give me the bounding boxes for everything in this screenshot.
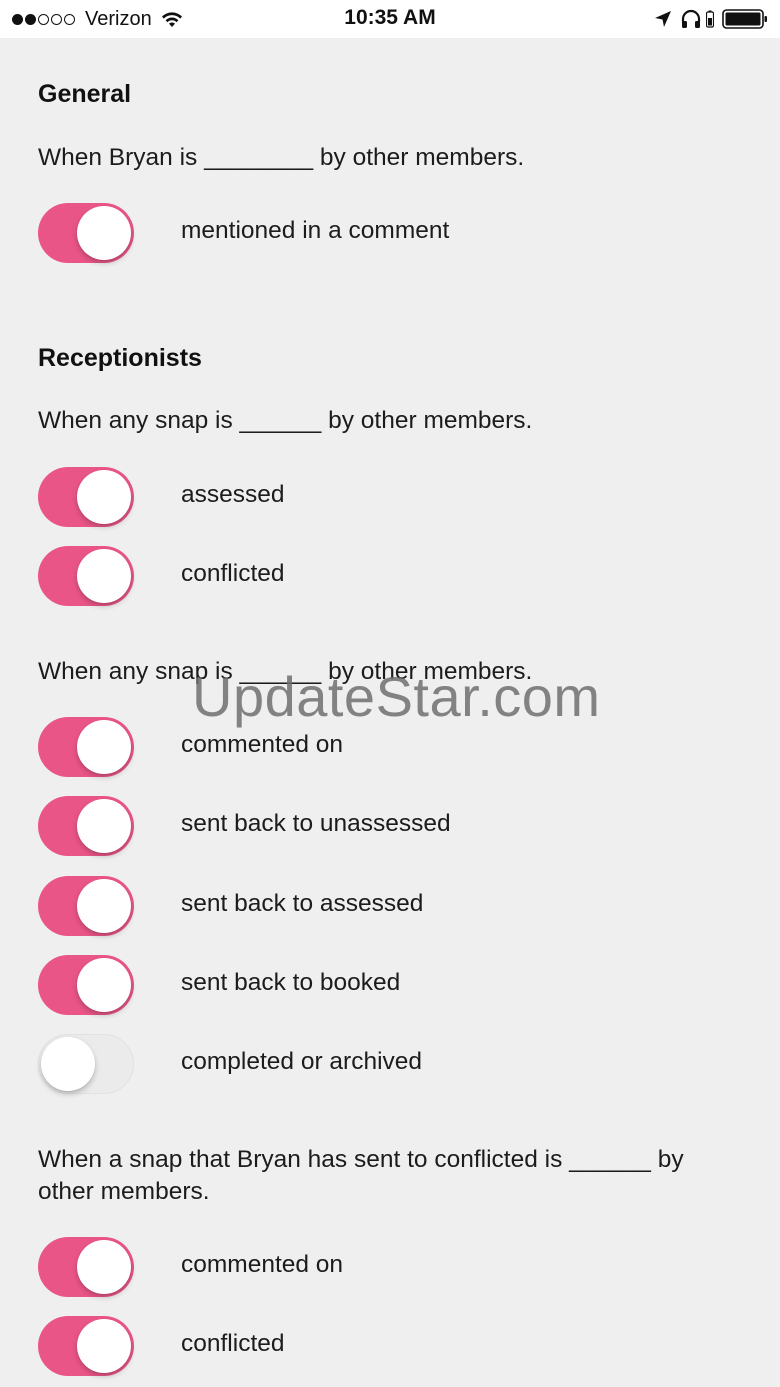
toggle-label: sent back to booked bbox=[181, 969, 401, 996]
toggle-switch[interactable] bbox=[38, 876, 134, 936]
toggle-switch[interactable] bbox=[38, 1034, 134, 1094]
status-right bbox=[654, 8, 768, 30]
section-title-receptionists: Receptionists bbox=[38, 344, 202, 372]
toggle-knob bbox=[41, 1036, 95, 1091]
toggle-switch[interactable] bbox=[38, 796, 134, 856]
toggle-knob bbox=[77, 549, 131, 603]
toggle-knob bbox=[77, 879, 131, 933]
toggle-label: mentioned in a comment bbox=[181, 217, 450, 244]
toggle-label: conflicted bbox=[181, 1330, 285, 1357]
toggle-switch[interactable] bbox=[38, 1237, 134, 1297]
toggle-label: completed or archived bbox=[181, 1048, 423, 1075]
toggle-row: mentioned in a comment bbox=[38, 203, 738, 263]
toggle-switch[interactable] bbox=[38, 546, 134, 606]
toggle-switch[interactable] bbox=[38, 1316, 134, 1376]
toggle-row: conflicted bbox=[38, 1316, 738, 1376]
toggle-knob bbox=[77, 799, 131, 853]
toggle-label: sent back to unassessed bbox=[181, 810, 451, 837]
toggle-knob bbox=[77, 720, 131, 774]
toggle-knob bbox=[77, 470, 131, 524]
toggle-row: conflicted bbox=[38, 546, 738, 606]
toggle-switch[interactable] bbox=[38, 203, 134, 263]
status-bar: Verizon 10:35 AM bbox=[0, 0, 780, 38]
prompt-text: When any snap is ______ by other members… bbox=[38, 407, 533, 434]
toggle-knob bbox=[77, 1240, 131, 1294]
toggle-label: commented on bbox=[181, 731, 344, 758]
toggle-row: commented on bbox=[38, 717, 738, 777]
toggle-switch[interactable] bbox=[38, 955, 134, 1015]
toggle-knob bbox=[77, 1319, 131, 1373]
toggle-label: assessed bbox=[181, 481, 285, 508]
location-arrow-icon bbox=[655, 11, 671, 27]
toggle-label: commented on bbox=[181, 1251, 344, 1278]
prompt-text: When any snap is ______ by other members… bbox=[38, 658, 533, 685]
toggle-row: sent back to booked bbox=[38, 955, 738, 1015]
prompt-text: When a snap that Bryan has sent to confl… bbox=[38, 1146, 684, 1205]
headphones-icon bbox=[681, 9, 701, 28]
toggle-row: completed or archived bbox=[38, 1034, 738, 1094]
toggle-row: sent back to unassessed bbox=[38, 796, 738, 856]
toggle-switch[interactable] bbox=[38, 717, 134, 777]
toggle-label: sent back to assessed bbox=[181, 890, 424, 917]
toggle-row: sent back to assessed bbox=[38, 876, 738, 936]
toggle-row: commented on bbox=[38, 1237, 738, 1297]
toggle-row: assessed bbox=[38, 467, 738, 527]
toggle-switch[interactable] bbox=[38, 467, 134, 527]
battery-icon bbox=[722, 9, 767, 29]
bluetooth-battery-icon bbox=[706, 10, 714, 28]
toggle-label: conflicted bbox=[181, 560, 285, 587]
section-title-general: General bbox=[38, 80, 132, 108]
prompt-text: When Bryan is ________ by other members. bbox=[38, 144, 525, 171]
toggle-knob bbox=[77, 206, 131, 260]
toggle-knob bbox=[77, 958, 131, 1012]
